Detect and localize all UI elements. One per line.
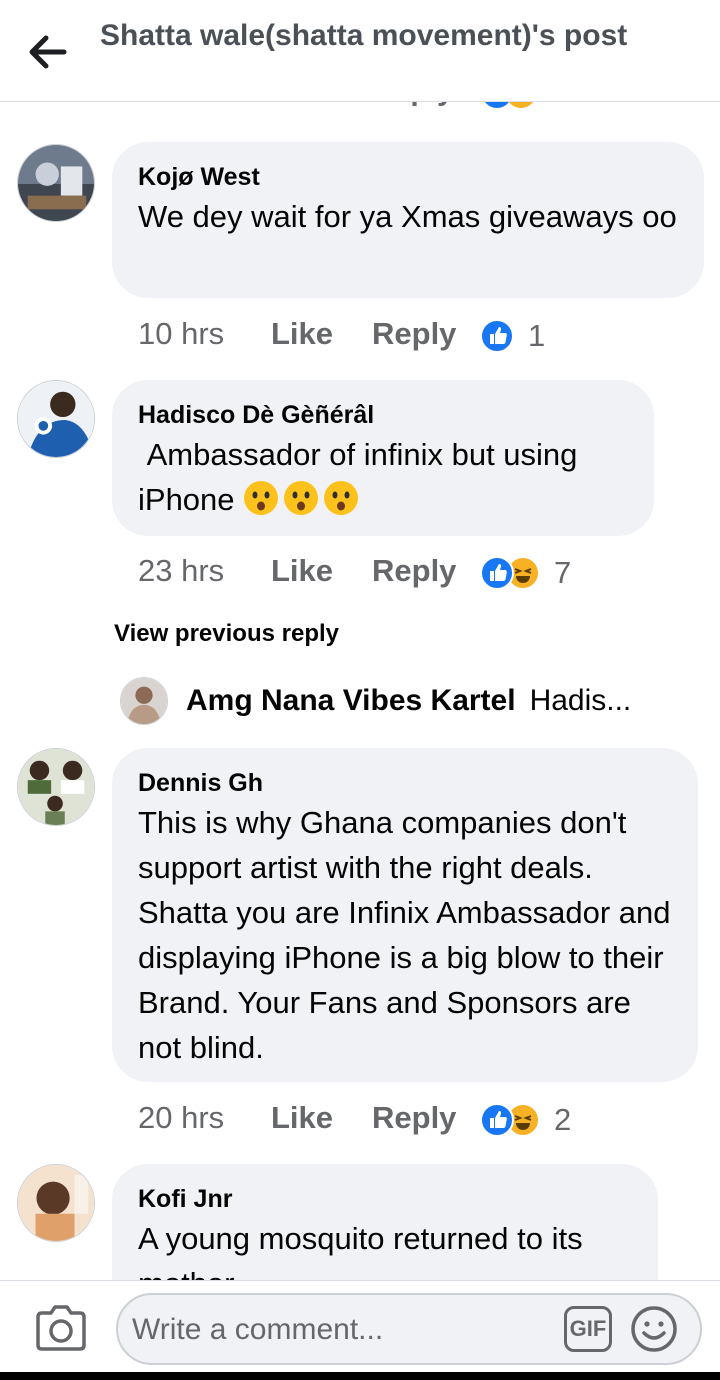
comment-placeholder: Write a comment... (132, 1313, 384, 1346)
comment-timestamp: 23 hrs (138, 553, 225, 588)
hushed-face-emoji (323, 480, 359, 516)
system-nav-bar (0, 1372, 720, 1380)
emoji-icon[interactable] (630, 1305, 678, 1353)
avatar-photo (18, 145, 94, 221)
avatar (120, 677, 168, 725)
back-arrow-icon[interactable] (26, 32, 70, 72)
comment-author[interactable]: Kofi Jnr (138, 1182, 632, 1216)
comment-text-content: Ambassador of infinix but using iPhone (138, 437, 587, 517)
like-link[interactable]: Like (271, 553, 333, 589)
comment-text: We dey wait for ya Xmas giveaways oo (138, 199, 677, 234)
view-previous-reply-link[interactable]: View previous reply (114, 620, 339, 648)
hushed-face-emoji (243, 480, 279, 516)
avatar-photo (18, 381, 94, 457)
reaction-count: 7 (554, 555, 572, 590)
like-reaction-icon (480, 556, 514, 590)
like-link[interactable]: Like (271, 1100, 333, 1136)
comment-bubble[interactable]: Kojø West We dey wait for ya Xmas giveaw… (112, 142, 704, 298)
reply-link[interactable]: Reply (372, 1100, 456, 1136)
page-title: Shatta wale(shatta movement)'s post (100, 19, 628, 52)
top-header: Shatta wale(shatta movement)'s post (0, 0, 720, 102)
comments-feed[interactable]: 20 hrs Like Reply 4 Kojø West We dey wai… (0, 0, 720, 1280)
comment-timestamp: 10 hrs (138, 316, 225, 351)
like-reaction-icon (480, 319, 514, 353)
avatar-photo (121, 678, 167, 724)
reply-link[interactable]: Reply (372, 553, 456, 589)
reaction-summary[interactable]: 1 (480, 316, 545, 356)
reaction-count: 1 (528, 318, 546, 353)
like-reaction-icon (480, 1103, 514, 1137)
reaction-summary[interactable]: 7 (480, 553, 571, 593)
gif-button[interactable]: GIF (564, 1306, 612, 1352)
comment-author[interactable]: Hadisco Dè Gèñérâl (138, 398, 628, 432)
hushed-face-emoji (283, 480, 319, 516)
comment-author[interactable]: Dennis Gh (138, 766, 672, 800)
avatar-photo (18, 1165, 94, 1241)
reply-link[interactable]: Reply (372, 316, 456, 352)
comment-text: Ambassador of infinix but using iPhone (138, 432, 628, 522)
comment-author[interactable]: Kojø West (138, 160, 678, 194)
avatar[interactable] (17, 1164, 95, 1242)
like-link[interactable]: Like (271, 316, 333, 352)
reaction-summary[interactable]: 2 (480, 1100, 571, 1140)
comment-input[interactable]: Write a comment... GIF (116, 1293, 702, 1365)
comment-text: This is why Ghana companies don't suppor… (138, 805, 680, 1065)
reply-snippet: Hadis... (529, 684, 632, 717)
comment-composer: Write a comment... GIF (0, 1280, 720, 1380)
camera-icon[interactable] (34, 1303, 88, 1353)
avatar[interactable] (17, 748, 95, 826)
comment-timestamp: 20 hrs (138, 1100, 225, 1135)
comment-bubble[interactable]: Kofi Jnr A young mosquito returned to it… (112, 1164, 658, 1280)
latest-reply-preview[interactable]: Amg Nana Vibes Kartel Hadis... (120, 676, 680, 726)
avatar-photo (18, 749, 94, 825)
reaction-count: 2 (554, 1102, 572, 1137)
reply-author: Amg Nana Vibes Kartel (186, 684, 516, 717)
comment-text: A young mosquito returned to its mother (138, 1221, 583, 1280)
avatar[interactable] (17, 380, 95, 458)
comment-bubble[interactable]: Hadisco Dè Gèñérâl Ambassador of infinix… (112, 380, 654, 536)
comment-bubble[interactable]: Dennis Gh This is why Ghana companies do… (112, 748, 698, 1082)
avatar[interactable] (17, 144, 95, 222)
